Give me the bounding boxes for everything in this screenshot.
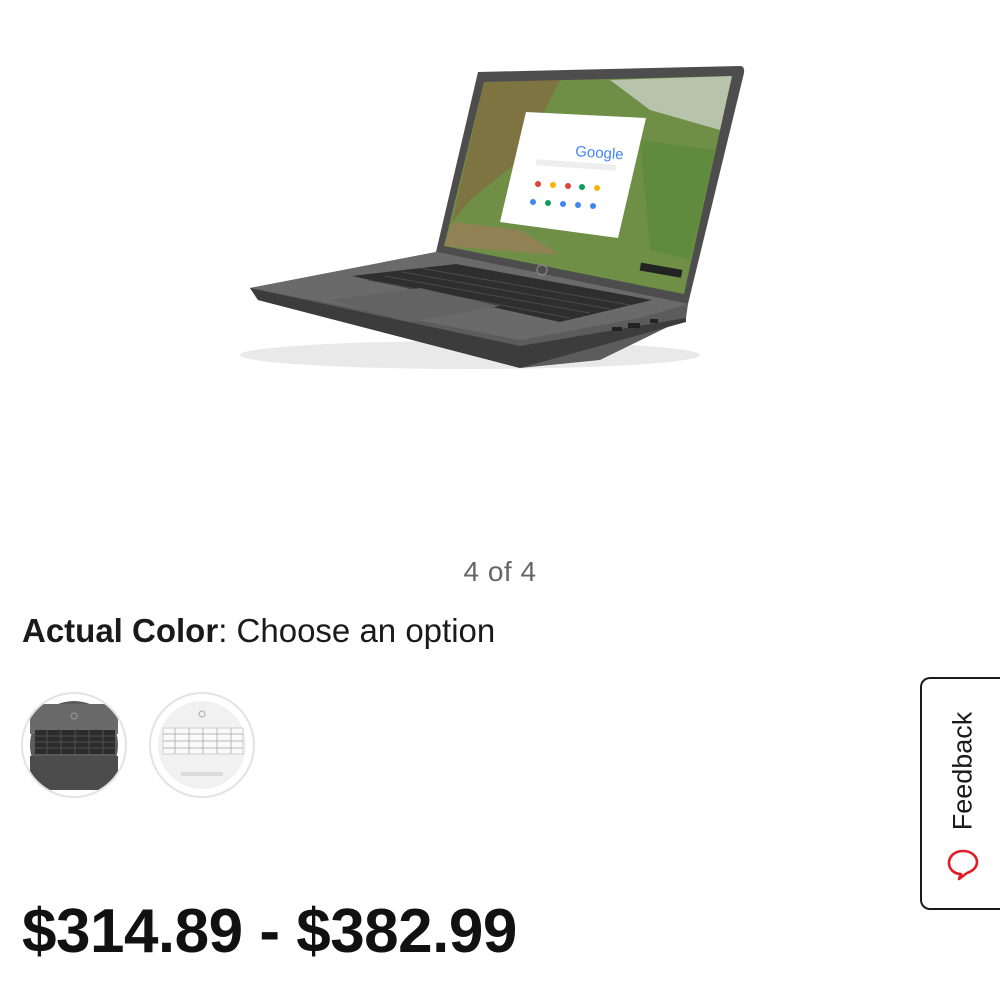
laptop-chromebook-image: Google [240, 66, 745, 369]
color-selector-label: Actual Color: Choose an option [22, 612, 495, 650]
product-image-gallery[interactable]: Google [0, 0, 1000, 540]
white-laptop-thumbnail [158, 701, 246, 789]
feedback-label: Feedback [947, 711, 978, 831]
image-counter: 4 of 4 [463, 556, 537, 587]
feedback-button[interactable]: Feedback [920, 677, 1000, 910]
dark-gray-laptop-thumbnail [30, 701, 118, 790]
white-swatch[interactable] [149, 692, 255, 798]
color-label: Actual Color [22, 612, 219, 649]
price-range: $314.89 - $382.99 [22, 897, 517, 966]
chat-bubble-icon [946, 847, 980, 886]
color-value: Choose an option [236, 612, 496, 649]
dark-gray-swatch[interactable] [21, 692, 127, 798]
screen-google-logo: Google [575, 143, 624, 163]
color-label-separator: : [218, 612, 228, 649]
